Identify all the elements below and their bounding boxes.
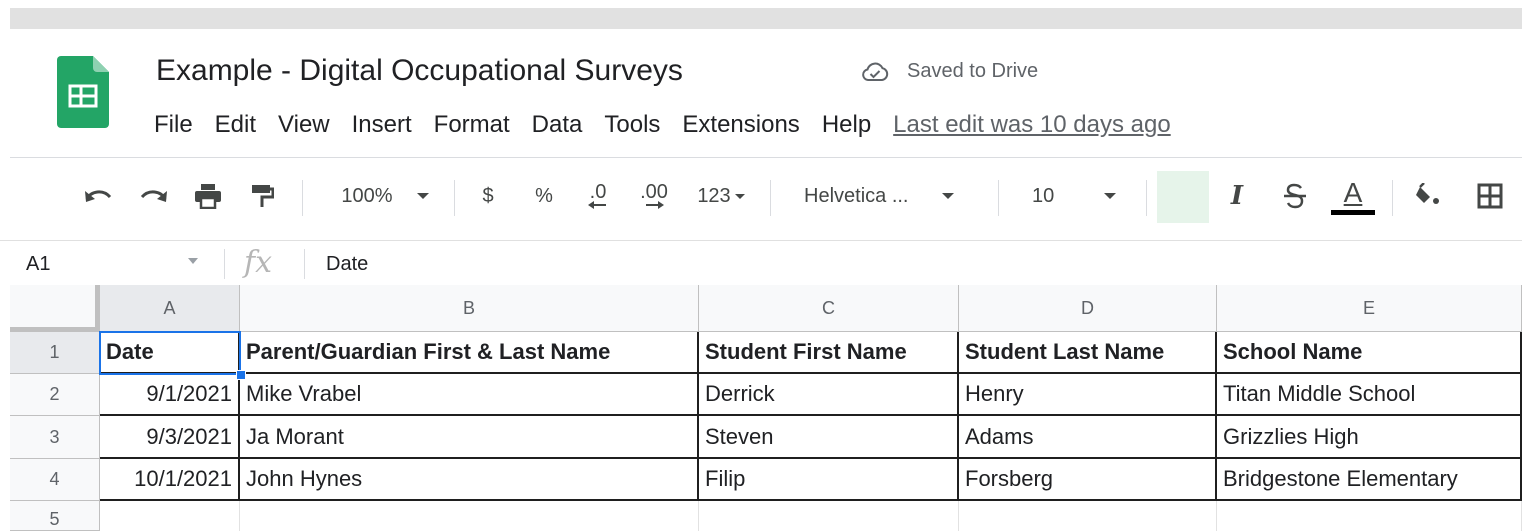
cell-e4[interactable]: Bridgestone Elementary	[1217, 459, 1522, 501]
fill-color-icon[interactable]	[1410, 164, 1446, 228]
cell-e2[interactable]: Titan Middle School	[1217, 374, 1522, 416]
column-header-e[interactable]: E	[1217, 285, 1522, 332]
row-header-3[interactable]: 3	[10, 416, 100, 459]
italic-button[interactable]: I	[1222, 164, 1252, 228]
grid-line	[958, 501, 959, 531]
menu-help[interactable]: Help	[822, 111, 871, 139]
menu-data[interactable]: Data	[532, 111, 583, 139]
cell-d4[interactable]: Forsberg	[959, 459, 1217, 501]
font-family-select[interactable]: Helvetica ...	[790, 164, 986, 228]
browser-chrome-bar	[10, 8, 1522, 29]
zoom-value: 100%	[341, 184, 393, 207]
currency-format-button[interactable]: $	[474, 164, 502, 228]
formula-separator	[304, 249, 305, 279]
fill-color-swatch[interactable]	[1157, 171, 1209, 223]
toolbar-separator	[454, 180, 455, 216]
column-header-b[interactable]: B	[240, 285, 699, 332]
column-header-c[interactable]: C	[699, 285, 959, 332]
cell-b3[interactable]: Ja Morant	[240, 416, 699, 459]
menu-bar: File Edit View Insert Format Data Tools …	[154, 109, 1171, 141]
toolbar-separator	[998, 180, 999, 216]
active-cell-outline	[99, 331, 241, 375]
fill-handle[interactable]	[236, 370, 246, 380]
menu-tools[interactable]: Tools	[604, 111, 660, 139]
cell-a2[interactable]: 9/1/2021	[100, 374, 240, 416]
save-status: Saved to Drive	[907, 60, 1039, 82]
toolbar-separator	[1146, 180, 1147, 216]
toolbar-separator	[770, 180, 771, 216]
cell-a3[interactable]: 9/3/2021	[100, 416, 240, 459]
arrow-right-icon	[646, 201, 664, 209]
select-all-corner[interactable]	[10, 285, 100, 332]
row-header-5[interactable]: 5	[10, 501, 100, 531]
undo-icon[interactable]	[80, 164, 116, 228]
menu-extensions[interactable]: Extensions	[682, 111, 799, 139]
cell-c4[interactable]: Filip	[699, 459, 959, 501]
borders-icon[interactable]	[1472, 164, 1508, 228]
redo-icon[interactable]	[136, 164, 172, 228]
grid-line	[1216, 501, 1217, 531]
chevron-down-icon	[942, 193, 955, 199]
zoom-select[interactable]: 100%	[330, 164, 440, 228]
grid-line	[698, 501, 699, 531]
arrow-left-icon	[588, 201, 606, 209]
row-header-4[interactable]: 4	[10, 459, 100, 501]
formula-input[interactable]: Date	[326, 253, 368, 276]
name-box[interactable]: A1	[26, 253, 50, 276]
font-size-select[interactable]: 10	[1010, 164, 1144, 228]
paint-format-icon[interactable]	[246, 164, 278, 228]
cell-c1[interactable]: Student First Name	[699, 332, 959, 374]
menu-format[interactable]: Format	[434, 111, 510, 139]
row-header-2[interactable]: 2	[10, 374, 100, 416]
toolbar-separator	[1392, 180, 1393, 216]
print-icon[interactable]	[190, 164, 226, 228]
chevron-down-icon	[416, 193, 429, 199]
cell-d3[interactable]: Adams	[959, 416, 1217, 459]
strikethrough-icon[interactable]	[1280, 164, 1310, 228]
cell-b4[interactable]: John Hynes	[240, 459, 699, 501]
column-header-d[interactable]: D	[959, 285, 1217, 332]
formula-separator	[224, 249, 225, 279]
chevron-down-icon	[734, 193, 745, 199]
header-divider	[10, 157, 1522, 158]
toolbar: 100% $ % .0 .00 123 Helvetica ... 10 I A	[0, 164, 1522, 228]
chevron-down-icon	[1104, 193, 1117, 199]
document-title[interactable]: Example - Digital Occupational Surveys	[156, 54, 683, 88]
cell-c2[interactable]: Derrick	[699, 374, 959, 416]
percent-format-button[interactable]: %	[530, 164, 558, 228]
cell-e3[interactable]: Grizzlies High	[1217, 416, 1522, 459]
fx-icon: fx	[244, 245, 273, 280]
cell-c3[interactable]: Steven	[699, 416, 959, 459]
column-header-a[interactable]: A	[100, 285, 240, 332]
menu-insert[interactable]: Insert	[352, 111, 412, 139]
chevron-down-icon[interactable]	[188, 258, 198, 264]
menu-file[interactable]: File	[154, 111, 193, 139]
cell-a4[interactable]: 10/1/2021	[100, 459, 240, 501]
formula-bar: A1 fx Date	[0, 240, 1522, 286]
row-header-1[interactable]: 1	[10, 332, 100, 374]
cell-d2[interactable]: Henry	[959, 374, 1217, 416]
menu-edit[interactable]: Edit	[215, 111, 256, 139]
more-formats-button[interactable]: 123	[690, 164, 752, 228]
text-color-button[interactable]: A	[1330, 164, 1376, 228]
toolbar-separator	[302, 180, 303, 216]
increase-decimal-button[interactable]: .00	[632, 164, 676, 228]
last-edit-link[interactable]: Last edit was 10 days ago	[893, 111, 1171, 139]
decrease-decimal-button[interactable]: .0	[578, 164, 618, 228]
cloud-saved-icon[interactable]	[860, 60, 890, 84]
text-color-swatch	[1331, 209, 1375, 215]
cell-b1[interactable]: Parent/Guardian First & Last Name	[240, 332, 699, 374]
empty-row-5[interactable]	[100, 501, 1522, 531]
cell-b2[interactable]: Mike Vrabel	[240, 374, 699, 416]
window-top-strip	[0, 0, 1522, 8]
grid-line	[239, 501, 240, 531]
cell-e1[interactable]: School Name	[1217, 332, 1522, 374]
sheets-logo-icon[interactable]	[57, 56, 109, 128]
cell-d1[interactable]: Student Last Name	[959, 332, 1217, 374]
menu-view[interactable]: View	[278, 111, 330, 139]
